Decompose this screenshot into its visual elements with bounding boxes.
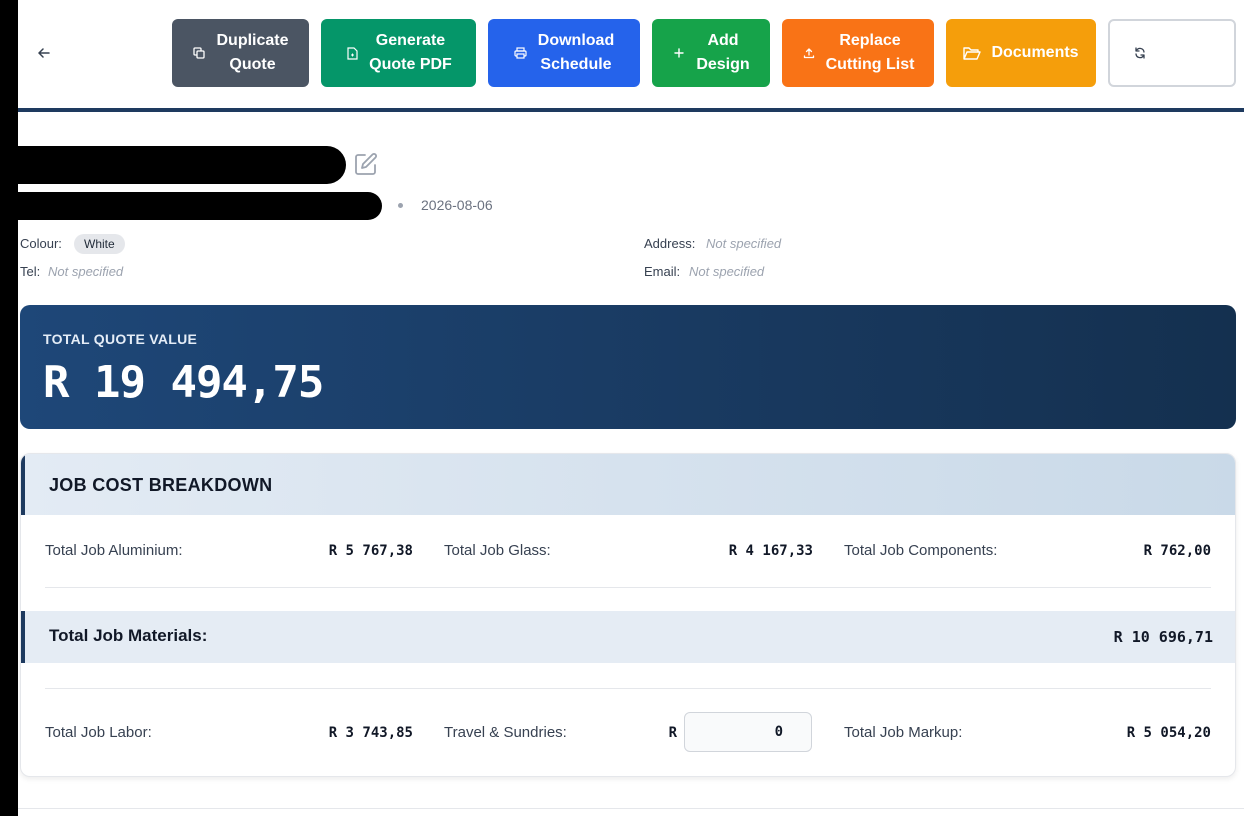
generate-quote-pdf-button[interactable]: Generate Quote PDF [321,19,476,87]
total-materials-band: Total Job Materials: R 10 696,71 [21,611,1235,663]
redacted-quote-subtitle [18,192,382,220]
glass-value: R 4 167,33 [728,543,813,559]
travel-label: Travel & Sundries: [444,724,567,741]
email-label: Email: [644,264,681,279]
documents-button-label: Documents [991,44,1079,61]
colour-badge: White [74,234,125,254]
duplicate-button-label: Duplicate Quote [216,32,289,73]
upload-icon [802,46,816,60]
labor-label: Total Job Labor: [45,724,152,741]
travel-sundries-input[interactable] [684,712,812,752]
folder-open-icon [963,45,982,61]
components-label: Total Job Components: [844,542,998,559]
refresh-icon [1133,46,1147,60]
copy-icon [192,46,206,60]
components-value: R 762,00 [1143,543,1211,559]
total-quote-card: TOTAL QUOTE VALUE R 19 494,75 [20,305,1236,429]
separator-dot [398,203,403,208]
download-schedule-button[interactable]: Download Schedule [488,19,640,87]
action-toolbar: Back to Dashboard Duplicate Quote Genera… [18,0,1244,108]
documents-button[interactable]: Documents [946,19,1096,87]
generate-pdf-button-label: Generate Quote PDF [369,32,452,73]
job-cost-breakdown-card: JOB COST BREAKDOWN Total Job Aluminium: … [20,453,1236,777]
duplicate-quote-button[interactable]: Duplicate Quote [172,19,309,87]
back-to-dashboard-button[interactable]: Back to Dashboard [26,19,156,87]
materials-value: R 10 696,71 [1113,628,1213,646]
download-schedule-button-label: Download Schedule [537,32,615,73]
total-quote-value: R 19 494,75 [43,357,324,408]
quote-date: 2026-08-06 [421,197,493,213]
arrow-left-icon [37,46,51,60]
email-value: Not specified [689,264,765,279]
glass-label: Total Job Glass: [444,542,551,559]
add-design-button[interactable]: Add Design [652,19,770,87]
travel-currency: R [668,725,677,741]
tel-value: Not specified [48,264,124,279]
row-divider [45,587,1211,588]
markup-label: Total Job Markup: [844,724,963,741]
markup-value: R 5 054,20 [1126,725,1211,741]
aluminium-value: R 5 767,38 [328,543,413,559]
row-divider [45,688,1211,689]
tel-label: Tel: [20,264,41,279]
materials-label: Total Job Materials: [49,626,208,645]
file-pdf-icon [345,46,359,60]
bottom-divider [18,808,1244,809]
breakdown-title: JOB COST BREAKDOWN [49,475,273,495]
replace-cutting-button-label: Replace Cutting List [825,32,915,73]
left-edge-bar [0,0,18,816]
aluminium-label: Total Job Aluminium: [45,542,183,559]
printer-icon [514,46,528,60]
total-quote-label: TOTAL QUOTE VALUE [43,331,198,347]
update-totals-button-label: Update Totals [1156,32,1212,73]
address-label: Address: [644,236,696,251]
plus-icon [672,46,686,60]
back-button-label: Back to Dashboard [61,32,145,73]
edit-icon[interactable] [354,152,378,176]
colour-label: Colour: [20,236,62,251]
labor-value: R 3 743,85 [328,725,413,741]
address-value: Not specified [706,236,782,251]
toolbar-divider [18,108,1244,112]
add-design-button-label: Add Design [696,32,750,73]
breakdown-header: JOB COST BREAKDOWN [21,454,1235,515]
update-totals-button[interactable]: Update Totals [1108,19,1236,87]
redacted-quote-title [18,146,346,184]
replace-cutting-list-button[interactable]: Replace Cutting List [782,19,934,87]
